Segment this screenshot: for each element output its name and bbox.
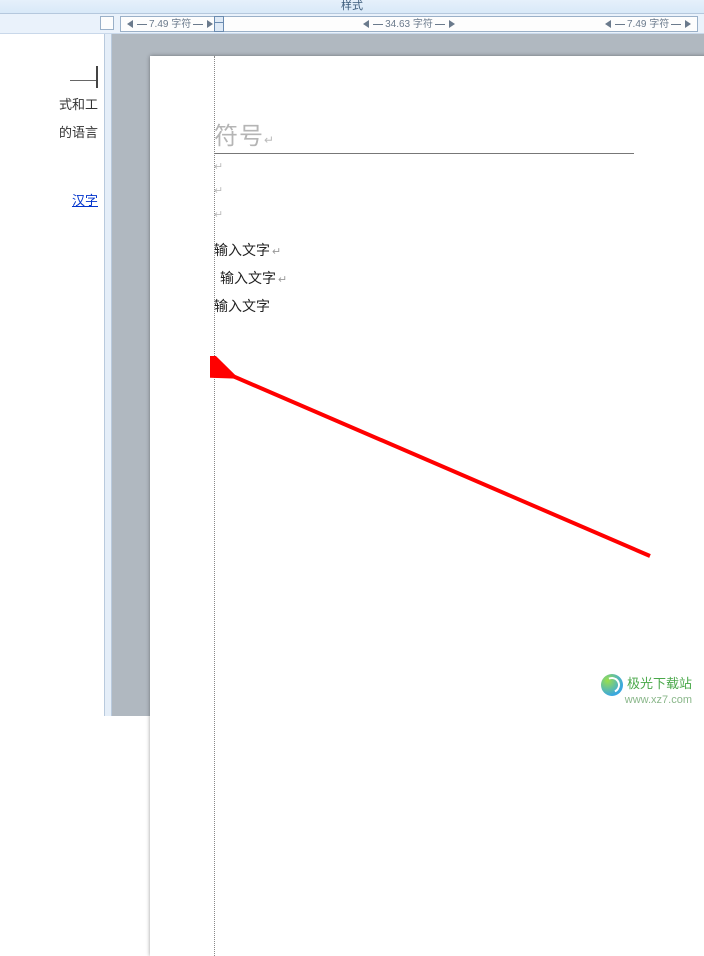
ribbon-group-label: 样式: [341, 0, 363, 12]
hanging-indent-marker[interactable]: [214, 22, 224, 32]
paragraph-mark-icon: ↵: [214, 208, 223, 221]
task-pane-link-hanzi[interactable]: 汉字: [72, 193, 98, 208]
ribbon-group-strip: 样式: [0, 0, 704, 14]
pane-splitter[interactable]: [104, 34, 112, 716]
workspace: 式和工 的语言 汉字 符号↵ ↵ ↵ ↵ 输入文字↵ 输入文字↵ 输入文字: [0, 34, 704, 716]
return-mark-icon: ↵: [264, 133, 275, 147]
ruler-left-segment: 7.49 字符: [127, 19, 213, 31]
task-pane: 式和工 的语言 汉字: [0, 34, 104, 716]
document-background[interactable]: 符号↵ ↵ ↵ ↵ 输入文字↵ 输入文字↵ 输入文字: [112, 34, 704, 716]
task-pane-divider: [70, 80, 98, 81]
ruler-right-segment: 7.49 字符: [605, 19, 691, 31]
ruler-track[interactable]: 7.49 字符 34.63 字符 7.49 字符: [120, 16, 698, 32]
watermark-url: www.xz7.com: [601, 694, 692, 706]
ruler-center-segment: 34.63 字符: [221, 19, 597, 31]
title-placeholder-field[interactable]: 符号↵: [214, 116, 634, 154]
document-page[interactable]: 符号↵ ↵ ↵ ↵ 输入文字↵ 输入文字↵ 输入文字: [150, 56, 704, 956]
text-line[interactable]: 输入文字↵: [214, 238, 287, 266]
watermark-site-name: 极光下载站: [627, 676, 692, 691]
caret-mark: [96, 66, 98, 88]
horizontal-ruler[interactable]: 7.49 字符 34.63 字符 7.49 字符: [0, 14, 704, 34]
task-pane-text-2: 的语言: [0, 119, 98, 147]
paragraph-mark-icon: ↵: [214, 184, 223, 197]
annotation-arrow-icon: [210, 356, 670, 576]
ruler-corner: [100, 16, 114, 30]
watermark: 极光下载站 www.xz7.com: [601, 673, 692, 706]
return-mark-icon: ↵: [272, 246, 281, 258]
document-body[interactable]: 输入文字↵ 输入文字↵ 输入文字: [214, 238, 287, 322]
watermark-logo-icon: [601, 674, 623, 696]
task-pane-text-1: 式和工: [0, 91, 98, 119]
text-line[interactable]: 输入文字↵: [214, 266, 287, 294]
return-mark-icon: ↵: [278, 274, 287, 286]
text-line[interactable]: 输入文字: [214, 294, 287, 322]
paragraph-mark-icon: ↵: [214, 160, 223, 173]
title-placeholder-text: 符号: [214, 124, 264, 150]
